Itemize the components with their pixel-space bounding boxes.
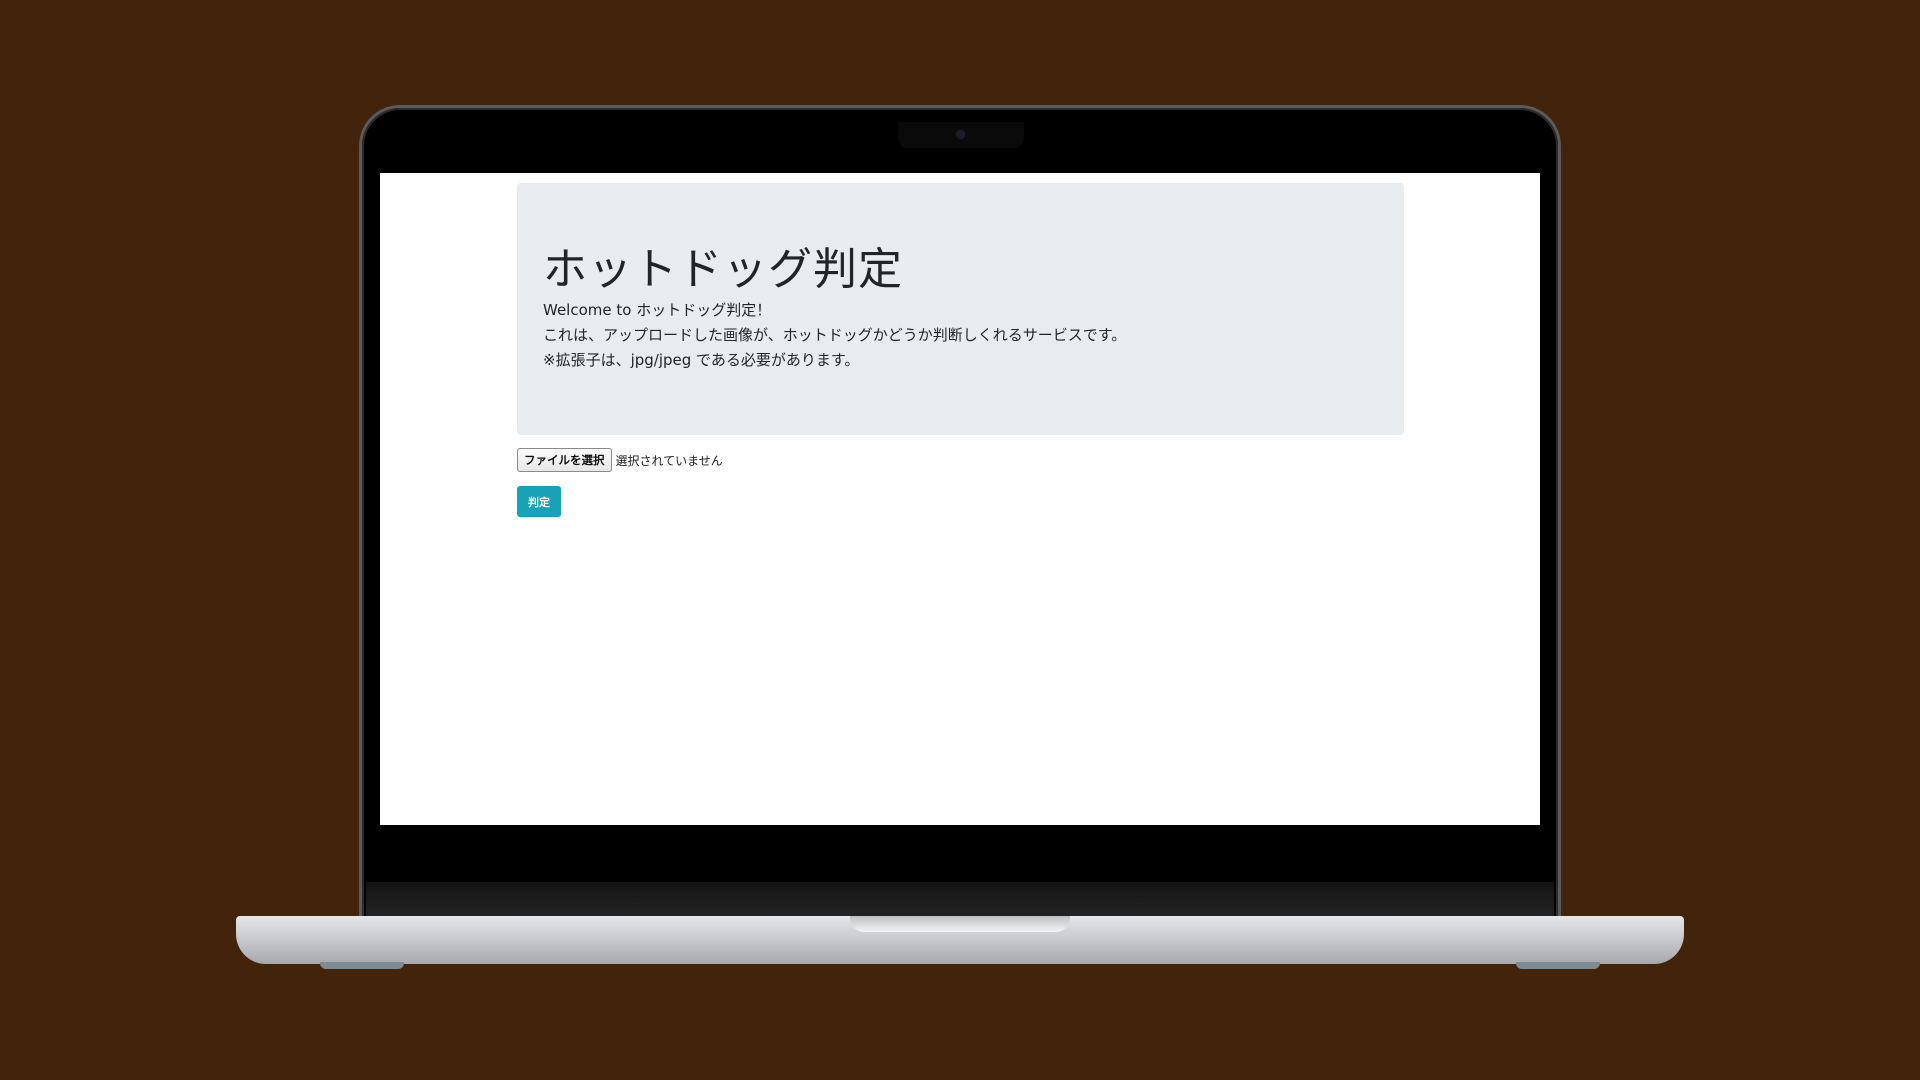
extension-note: ※拡張子は、jpg/jpeg である必要があります。 — [543, 351, 860, 369]
laptop-foot-left — [320, 962, 404, 969]
laptop-foot-right — [1516, 962, 1600, 969]
choose-file-button[interactable]: ファイルを選択 — [517, 448, 612, 472]
file-status-label: 選択されていません — [615, 453, 723, 468]
jumbotron: ホットドッグ判定 Welcome to ホットドッグ判定！ これは、アップロード… — [517, 183, 1404, 435]
camera-icon — [956, 130, 965, 139]
file-input: ファイルを選択 選択されていません — [517, 448, 723, 472]
page-title: ホットドッグ判定 — [543, 244, 903, 295]
judge-button[interactable]: 判定 — [517, 486, 561, 517]
description-text: これは、アップロードした画像が、ホットドッグかどうか判断しくれるサービスです。 — [543, 326, 1127, 344]
lid-opening-notch — [850, 916, 1070, 932]
welcome-text: Welcome to ホットドッグ判定！ — [543, 301, 772, 319]
browser-viewport: ホットドッグ判定 Welcome to ホットドッグ判定！ これは、アップロード… — [380, 173, 1540, 825]
lid-bottom-bezel — [366, 882, 1554, 916]
